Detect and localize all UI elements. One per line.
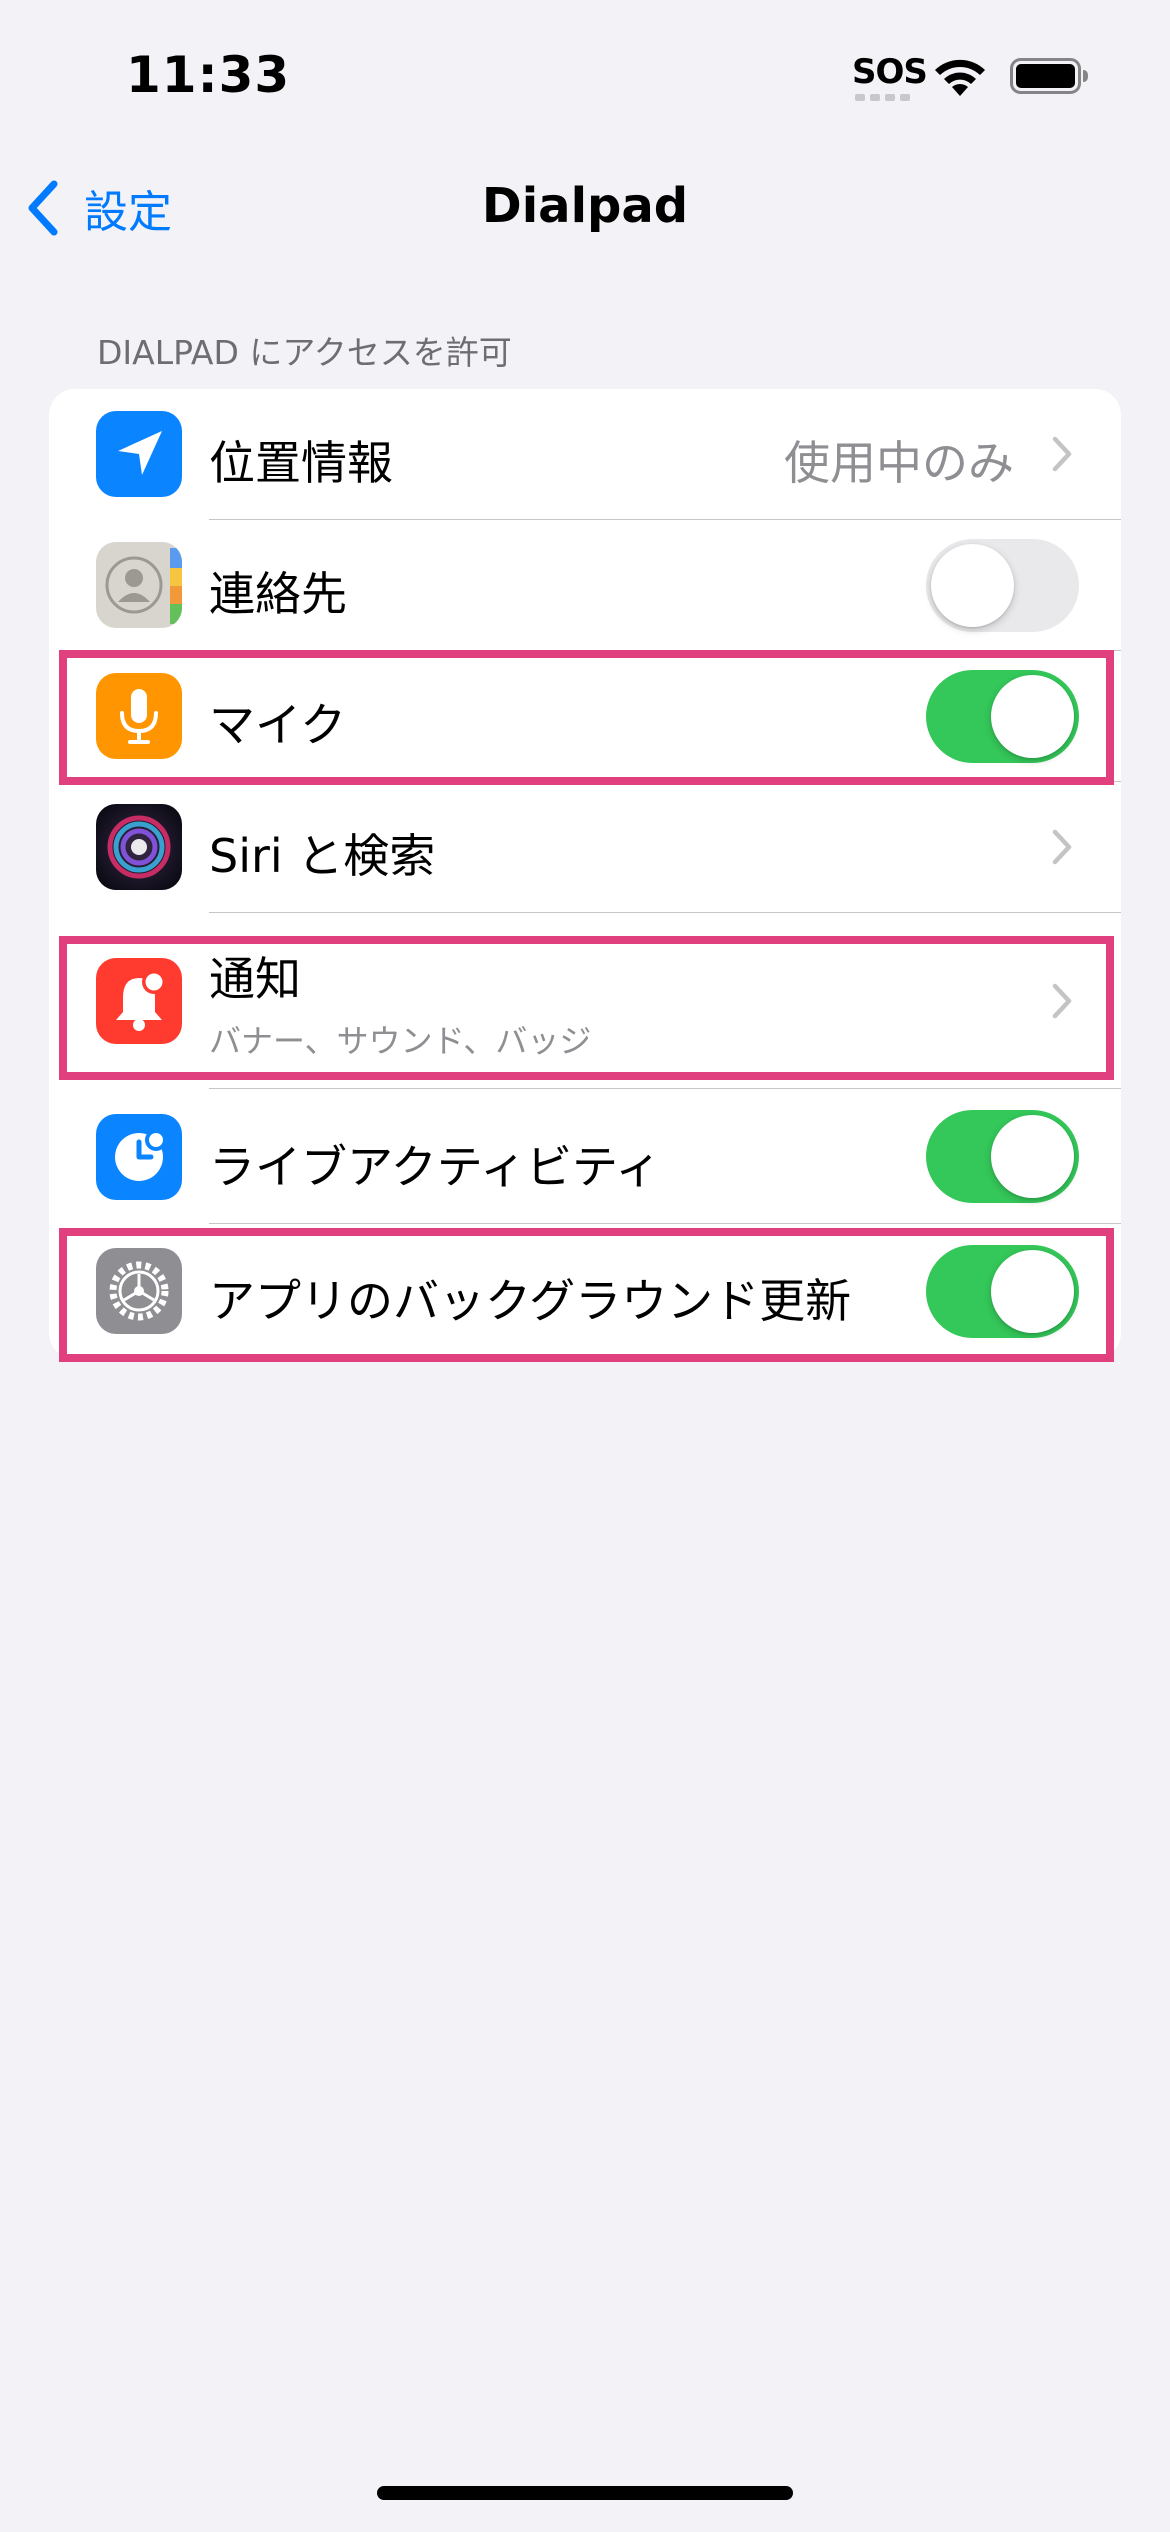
microphone-toggle[interactable] <box>926 670 1079 763</box>
battery-icon <box>1010 58 1088 94</box>
siri-icon <box>96 804 182 890</box>
status-time: 11:33 <box>126 46 291 104</box>
row-background-refresh: アプリのバックグラウンド更新 <box>49 1224 1121 1359</box>
toggle-knob <box>931 544 1014 627</box>
row-location[interactable]: 位置情報 使用中のみ <box>49 389 1121 520</box>
toggle-knob <box>991 1115 1074 1198</box>
permissions-list: 位置情報 使用中のみ 連絡先 マイク Siri と検索 通知 バナー、サウンド、… <box>49 389 1121 1359</box>
section-header: DIALPAD にアクセスを許可 <box>97 333 512 372</box>
signal-dots-icon <box>855 94 910 101</box>
row-notifications-sublabel: バナー、サウンド、バッジ <box>209 1022 592 1060</box>
row-siri-search-label: Siri と検索 <box>209 829 436 883</box>
row-microphone-label: マイク <box>209 698 347 752</box>
toggle-knob <box>991 1250 1074 1333</box>
live-activity-icon <box>96 1114 182 1200</box>
row-notifications-label: 通知 <box>209 952 301 1006</box>
row-live-activities-label: ライブアクティビティ <box>209 1140 662 1194</box>
row-microphone: マイク <box>49 651 1121 782</box>
location-arrow-icon <box>96 411 182 497</box>
row-siri-search[interactable]: Siri と検索 <box>49 782 1121 913</box>
row-background-refresh-label: アプリのバックグラウンド更新 <box>209 1274 852 1328</box>
toggle-knob <box>991 675 1074 758</box>
chevron-right-icon <box>1052 983 1072 1019</box>
microphone-icon <box>96 673 182 759</box>
row-contacts-label: 連絡先 <box>209 567 347 621</box>
row-contacts: 連絡先 <box>49 520 1121 651</box>
row-location-label: 位置情報 <box>209 436 393 490</box>
page-title: Dialpad <box>481 178 689 234</box>
contacts-icon <box>96 542 182 628</box>
chevron-right-icon <box>1052 829 1072 865</box>
chevron-right-icon <box>1052 436 1072 472</box>
gear-icon <box>96 1248 182 1334</box>
settings-screen: 11:33 SOS 設定 Dialpad DIALPAD にアクセスを許可 位置… <box>0 0 1170 2532</box>
sos-indicator: SOS <box>852 52 928 92</box>
row-location-value: 使用中のみ <box>784 436 1014 490</box>
home-indicator[interactable] <box>377 2486 793 2500</box>
row-live-activities: ライブアクティビティ <box>49 1089 1121 1224</box>
notification-bell-icon <box>96 958 182 1044</box>
row-notifications[interactable]: 通知 バナー、サウンド、バッジ <box>49 913 1121 1089</box>
background-refresh-toggle[interactable] <box>926 1245 1079 1338</box>
live-activities-toggle[interactable] <box>926 1110 1079 1203</box>
contacts-toggle[interactable] <box>926 539 1079 632</box>
wifi-icon <box>935 59 985 96</box>
